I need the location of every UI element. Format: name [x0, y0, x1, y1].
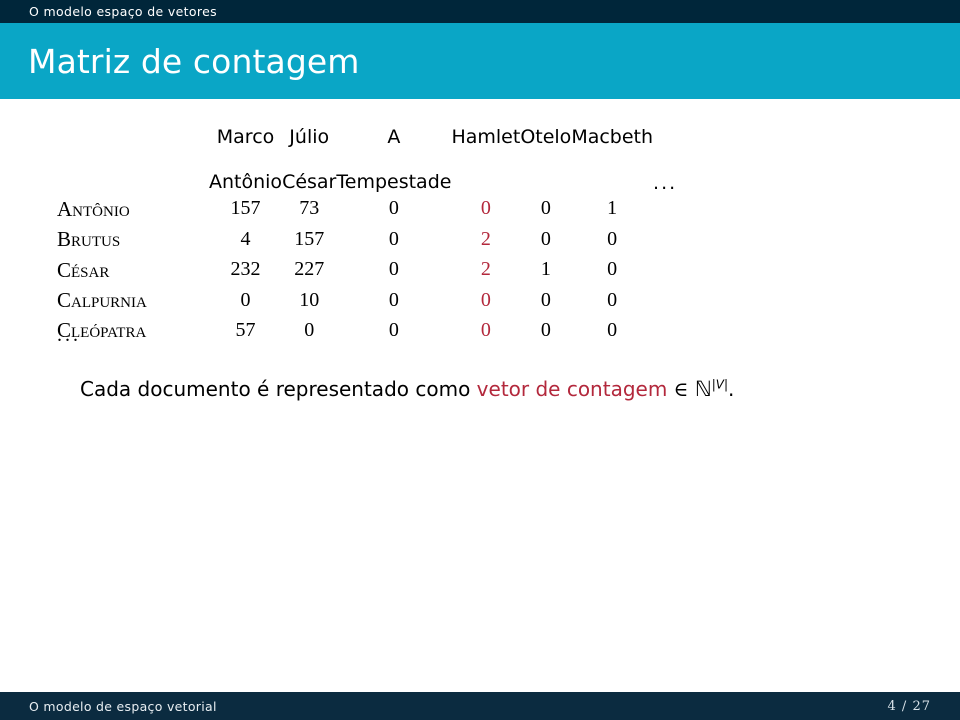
- cell-value: 0: [607, 227, 618, 250]
- cell-value: 0: [388, 258, 399, 281]
- cell-value: 157: [230, 197, 261, 220]
- cell-value: 1: [607, 197, 618, 220]
- section-title: O modelo espaço de vetores: [29, 4, 218, 19]
- page-number: 4 / 27: [887, 698, 931, 714]
- row-trailing-cell: [653, 285, 677, 315]
- cell-value-highlighted: 2: [480, 258, 491, 281]
- cell-value: 4: [240, 227, 251, 250]
- caption-membership-symbol: ∈: [667, 377, 695, 401]
- navigation-bar: O modelo espaço de vetores: [0, 0, 960, 23]
- table-header-row: Marco Antônio Júlio César A Tempestade H…: [57, 104, 678, 194]
- row-trailing-cell: [653, 255, 677, 285]
- cell-value: 57: [235, 319, 256, 342]
- caption-exponent: |V|: [711, 377, 728, 392]
- cell-value: 227: [294, 258, 325, 281]
- cell-value: 0: [240, 288, 251, 311]
- column-header-line2: Tempestade: [336, 171, 452, 194]
- table-trailing-ellipsis: ...: [57, 324, 81, 346]
- cell-value: 73: [299, 197, 320, 220]
- table-header: Marco Antônio Júlio César A Tempestade H…: [57, 104, 678, 194]
- table-row: Calpurnia 0 10 0 0 0 0: [57, 285, 677, 315]
- cell-value: 0: [388, 227, 399, 250]
- row-label-brutus: Brutus: [57, 227, 121, 252]
- column-header-line2: Antônio: [209, 171, 283, 194]
- column-header-otelo: Otelo: [520, 104, 571, 194]
- cell-value: 0: [388, 197, 399, 220]
- column-header-line2: César: [282, 171, 337, 194]
- cell-value: 1: [540, 258, 551, 281]
- caption-period: .: [727, 377, 735, 401]
- cell-value: 0: [540, 197, 551, 220]
- footer-bar: O modelo de espaço vetorial 4 / 27: [0, 692, 960, 720]
- column-header-a-tempestade: A Tempestade: [336, 104, 451, 194]
- cell-value: 0: [388, 288, 399, 311]
- row-label-antonio: Antônio: [57, 196, 130, 221]
- column-header-line1: Marco: [216, 126, 275, 149]
- column-header-line1: Macbeth: [571, 126, 654, 149]
- table-row: César 232 227 0 2 1 0: [57, 255, 677, 285]
- table-row: Cleópatra 57 0 0 0 0 0: [57, 315, 677, 345]
- column-header-line1: Júlio: [289, 126, 330, 149]
- row-trailing-cell: [653, 224, 677, 254]
- natural-numbers-symbol: ℕ: [694, 377, 712, 401]
- row-trailing-cell: [653, 315, 677, 345]
- cell-value-highlighted: 0: [480, 288, 491, 311]
- slide-body: Marco Antônio Júlio César A Tempestade H…: [0, 99, 960, 692]
- column-header-line1: A: [387, 126, 401, 149]
- row-label-cesar: César: [57, 257, 110, 282]
- cell-value: 0: [388, 319, 399, 342]
- cell-value: 0: [540, 319, 551, 342]
- cell-value-highlighted: 0: [480, 197, 491, 220]
- cell-value: 0: [607, 258, 618, 281]
- column-header-macbeth: Macbeth: [571, 104, 653, 194]
- footer-section-label: O modelo de espaço vetorial: [29, 698, 217, 714]
- page-title: Matriz de contagem: [28, 41, 360, 81]
- table-corner-cell: [57, 104, 209, 194]
- cell-value: 157: [294, 227, 325, 250]
- cell-value: 0: [607, 319, 618, 342]
- cell-value-highlighted: 0: [480, 319, 491, 342]
- cell-value: 232: [230, 258, 261, 281]
- column-header-ellipsis: ...: [653, 171, 678, 194]
- cell-value: 0: [304, 319, 315, 342]
- caption-lead: Cada documento é representado como: [80, 377, 477, 401]
- caption-text: Cada documento é representado como vetor…: [80, 377, 734, 402]
- table-row: Antônio 157 73 0 0 0 1: [57, 194, 677, 224]
- cell-value: 0: [540, 288, 551, 311]
- cell-value: 0: [540, 227, 551, 250]
- cell-value-highlighted: 2: [480, 227, 491, 250]
- caption-accent-term: vetor de contagem: [476, 377, 668, 401]
- table-body: Antônio 157 73 0 0 0 1 Brutus 4 157 0 2 …: [57, 194, 677, 346]
- slide-title-band: Matriz de contagem: [0, 23, 960, 99]
- column-header-line1: Hamlet: [451, 126, 521, 149]
- column-header-julio-cesar: Júlio César: [282, 104, 336, 194]
- cell-value: 10: [299, 288, 320, 311]
- table-row: Brutus 4 157 0 2 0 0: [57, 224, 677, 254]
- row-trailing-cell: [653, 194, 677, 224]
- column-header-line1: Otelo: [520, 126, 572, 149]
- row-label-calpurnia: Calpurnia: [57, 287, 147, 312]
- column-header-hamlet: Hamlet: [451, 104, 520, 194]
- column-header-marco-antonio: Marco Antônio: [209, 104, 282, 194]
- count-matrix-table: Marco Antônio Júlio César A Tempestade H…: [57, 104, 677, 346]
- cell-value: 0: [607, 288, 618, 311]
